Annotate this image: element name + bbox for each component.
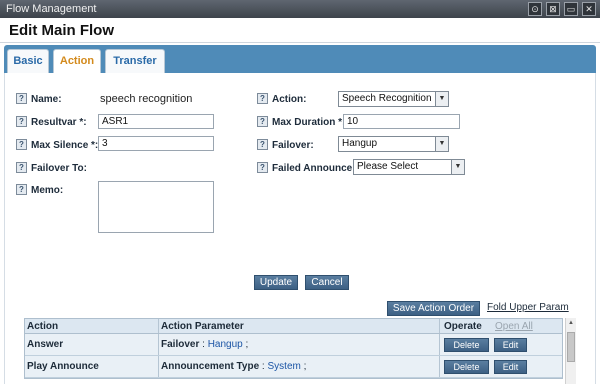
memo-textarea[interactable] — [98, 181, 214, 233]
memo-label: Memo: — [31, 185, 64, 196]
resultvar-input[interactable]: ASR1 — [98, 114, 214, 129]
restore-icon[interactable]: ⊠ — [546, 2, 560, 16]
failover-label: Failover: — [272, 140, 314, 151]
action-parameter: Failover : Hangup ; — [161, 339, 249, 350]
update-button[interactable]: Update — [254, 275, 298, 290]
divider — [439, 319, 440, 333]
divider — [0, 42, 600, 43]
scroll-up-icon[interactable]: ▲ — [566, 318, 576, 328]
tab-strip: Basic Action Transfer — [4, 45, 596, 73]
table-row[interactable]: Play Announce Announcement Type : System… — [25, 356, 562, 378]
action-name: Answer — [27, 339, 64, 350]
action-select-value: Speech Recognition — [342, 93, 432, 104]
help-icon[interactable]: ? — [16, 93, 27, 104]
action-parameter: Announcement Type : System ; — [161, 361, 307, 372]
fold-upper-param-link[interactable]: Fold Upper Param — [487, 302, 569, 313]
failed-announce-select[interactable]: Please Select ▼ — [353, 159, 465, 175]
close-icon[interactable]: ✕ — [582, 2, 596, 16]
divider — [158, 356, 159, 377]
tab-action[interactable]: Action — [53, 49, 101, 73]
action-table: Action Action Parameter Operate Open All… — [24, 318, 563, 379]
action-name: Play Announce — [27, 361, 99, 372]
table-row[interactable]: Answer Failover : Hangup ; Delete Edit — [25, 334, 562, 356]
failover-to-label: Failover To: — [31, 163, 87, 174]
scrollbar[interactable]: ▲ — [565, 318, 576, 384]
header-action-parameter: Action Parameter — [161, 321, 244, 332]
window-title: Flow Management — [6, 3, 97, 15]
edit-button[interactable]: Edit — [494, 360, 527, 374]
delete-button[interactable]: Delete — [444, 338, 489, 352]
tab-transfer[interactable]: Transfer — [105, 49, 165, 73]
help-icon[interactable]: ? — [257, 116, 268, 127]
open-all-link[interactable]: Open All — [495, 319, 533, 334]
max-silence-input[interactable]: 3 — [98, 136, 214, 151]
chevron-down-icon: ▼ — [435, 137, 448, 151]
failover-select-value: Hangup — [342, 138, 378, 149]
cancel-button[interactable]: Cancel — [305, 275, 349, 290]
max-duration-label: Max Duration *: — [272, 117, 346, 128]
action-select[interactable]: Speech Recognition ▼ — [338, 91, 449, 107]
chevron-down-icon: ▼ — [435, 92, 448, 106]
help-icon[interactable]: ? — [16, 184, 27, 195]
chevron-down-icon: ▼ — [451, 160, 464, 174]
header-action: Action — [27, 321, 59, 332]
window-controls: ⊙ ⊠ ▭ ✕ — [528, 2, 596, 16]
name-value: speech recognition — [100, 93, 193, 105]
param-value: System — [267, 361, 301, 372]
resultvar-label: Resultvar *: — [31, 117, 87, 128]
help-icon[interactable]: ? — [16, 116, 27, 127]
help-icon[interactable]: ? — [257, 93, 268, 104]
divider — [158, 319, 159, 333]
help-icon[interactable]: ? — [257, 139, 268, 150]
max-silence-label: Max Silence *: — [31, 140, 99, 151]
settings-icon[interactable]: ⊙ — [528, 2, 542, 16]
divider — [439, 334, 440, 355]
param-value: Hangup — [207, 339, 243, 350]
page-title: Edit Main Flow — [9, 22, 114, 39]
scrollbar-thumb[interactable] — [567, 332, 575, 362]
tab-basic[interactable]: Basic — [7, 49, 49, 73]
failed-announce-label: Failed Announce: — [272, 163, 356, 174]
divider — [439, 356, 440, 377]
save-action-order-button[interactable]: Save Action Order — [387, 301, 480, 316]
edit-button[interactable]: Edit — [494, 338, 527, 352]
name-label: Name: — [31, 94, 62, 105]
header-operate: Operate — [444, 321, 482, 332]
maximize-icon[interactable]: ▭ — [564, 2, 578, 16]
max-duration-input[interactable]: 10 — [343, 114, 460, 129]
param-key: Failover — [161, 339, 200, 350]
window-titlebar: Flow Management ⊙ ⊠ ▭ ✕ — [0, 0, 600, 18]
action-label: Action: — [272, 94, 307, 105]
help-icon[interactable]: ? — [16, 162, 27, 173]
help-icon[interactable]: ? — [16, 139, 27, 150]
failover-select[interactable]: Hangup ▼ — [338, 136, 449, 152]
param-key: Announcement Type — [161, 361, 260, 372]
failed-announce-select-value: Please Select — [357, 161, 419, 172]
help-icon[interactable]: ? — [257, 162, 268, 173]
table-header: Action Action Parameter Operate Open All — [25, 319, 562, 334]
divider — [158, 334, 159, 355]
delete-button[interactable]: Delete — [444, 360, 489, 374]
